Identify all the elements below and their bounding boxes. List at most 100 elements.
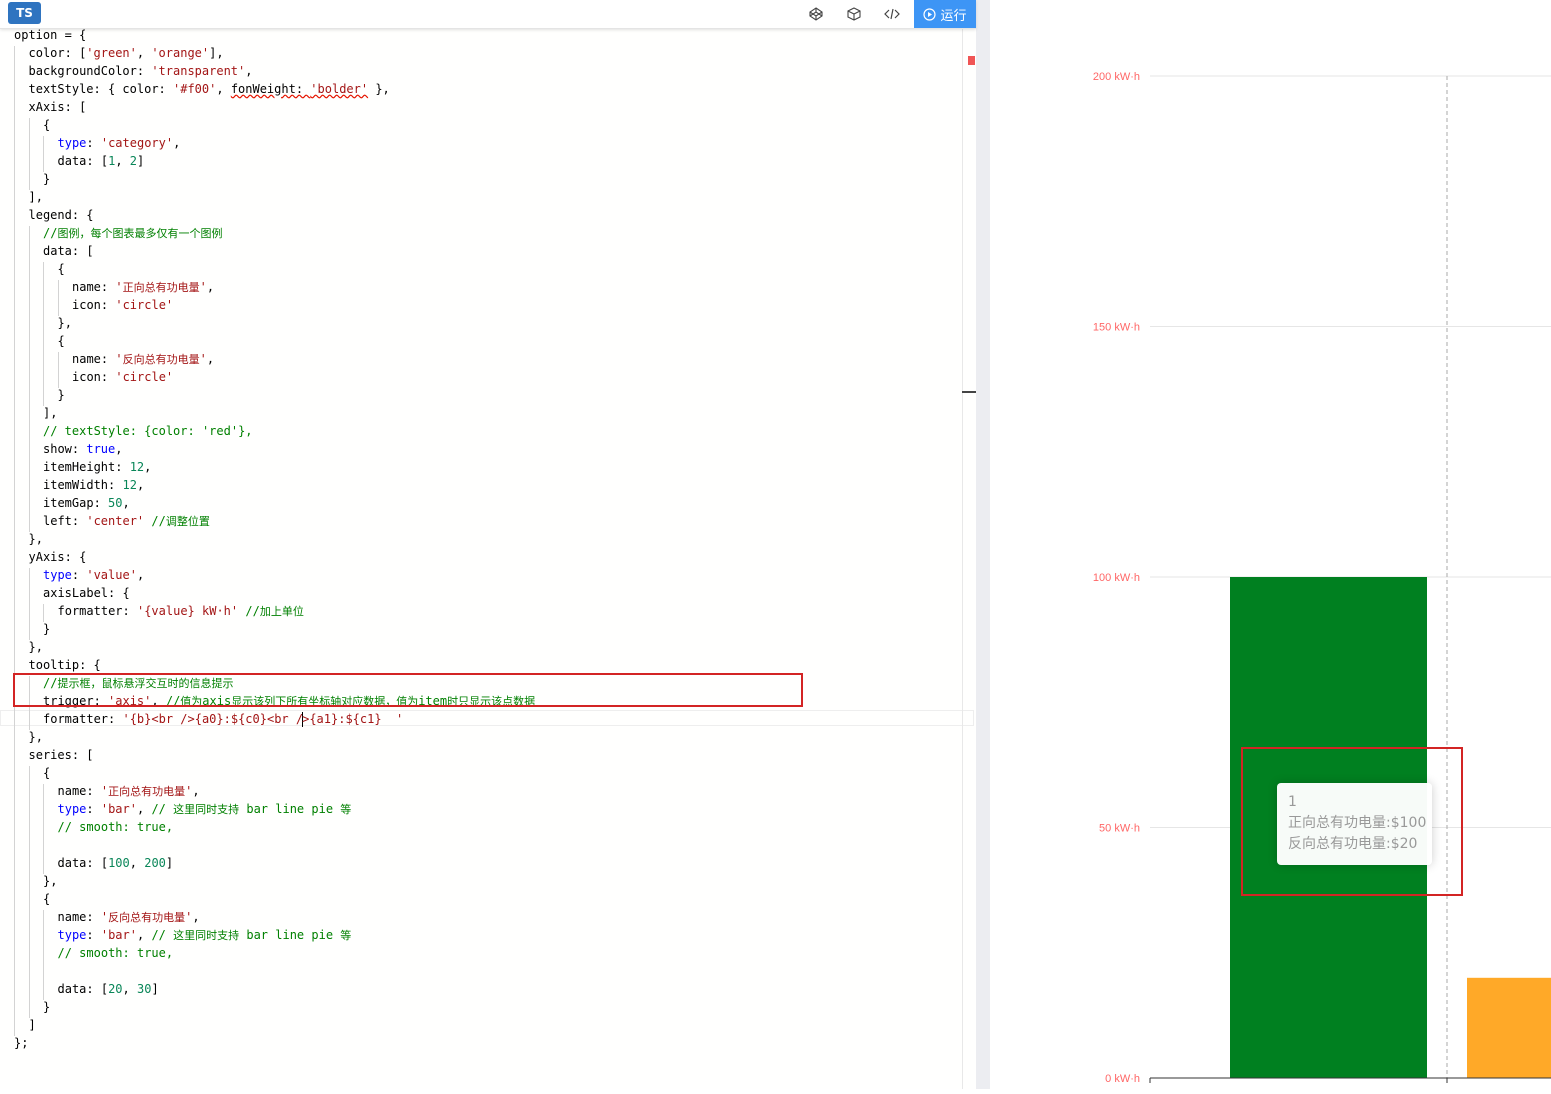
code-line: legend: { (29, 206, 94, 224)
code-token: ' (100, 784, 109, 798)
code-line: axisLabel: { (43, 584, 130, 602)
code-token: }, (28, 532, 43, 546)
code-token: ' (199, 280, 207, 294)
code-token: 'value' (86, 568, 137, 582)
code-token: 图例，每个图表最多仅有一个图例 (57, 227, 223, 240)
code-token: } (43, 1000, 51, 1014)
panel-divider[interactable] (976, 0, 990, 1089)
code-line: } (43, 998, 50, 1016)
code-token: yAxis: { (28, 550, 87, 564)
code-line: data: [1, 2] (58, 152, 145, 170)
code-line: { (58, 332, 65, 350)
code-token: { (43, 892, 51, 906)
code-token: } (43, 622, 51, 636)
code-token: , (136, 46, 152, 60)
code-token: series: [ (28, 748, 94, 762)
code-token: ] (28, 1018, 36, 1032)
bar-reverse-cat-1 (1467, 977, 1551, 1078)
code-token: axisLabel: { (43, 586, 130, 600)
code-token: 'bar' (100, 802, 137, 816)
code-token: itemHeight: (43, 460, 130, 474)
code-token: ], (209, 46, 224, 60)
code-token: itemGap: (43, 496, 109, 510)
indent-guide (28, 766, 30, 1018)
code-editor[interactable]: option = {color: ['green', 'orange'], bac… (0, 28, 976, 1089)
code-token: : (86, 928, 101, 942)
code-token: formatter: (57, 604, 137, 618)
codepen-icon[interactable] (806, 4, 826, 24)
code-line: itemGap: 50, (43, 494, 130, 512)
code-line: ], (43, 404, 57, 422)
code-token: option = { (14, 28, 87, 42)
code-token: // (238, 604, 260, 618)
code-icon[interactable] (882, 4, 902, 24)
code-token: , (245, 64, 253, 78)
run-button[interactable]: 运行 (914, 0, 976, 28)
code-token: name: (57, 910, 101, 924)
code-line: name: '反向总有功电量', (58, 908, 200, 926)
code-token: , (136, 478, 145, 492)
code-token: , (192, 784, 200, 798)
language-badge[interactable]: TS (8, 2, 41, 24)
code-token: , (136, 568, 145, 582)
code-token: { (43, 766, 51, 780)
code-token: , (192, 910, 200, 924)
code-token: 反向总有功电量 (108, 911, 186, 924)
code-token: // smooth: true, (57, 946, 174, 960)
code-token: , (216, 82, 231, 96)
indent-guide (28, 226, 30, 532)
code-token: data: [ (57, 982, 109, 996)
chart-preview-panel: 0 kW·h 50 kW·h 100 kW·h 150 kW·h 200 kW·h (990, 6, 1551, 1089)
code-token: ' (100, 910, 109, 924)
code-line: textStyle: { color: '#f00', fonWeight: '… (29, 80, 390, 98)
code-line: icon: 'circle' (72, 368, 173, 386)
code-line: tooltip: { (29, 656, 101, 674)
code-token: , (129, 856, 145, 870)
code-token: ' (199, 352, 207, 366)
code-line: }, (29, 530, 43, 548)
code-line: } (43, 620, 50, 638)
code-line: data: [100, 200] (58, 854, 174, 872)
code-token: } (57, 388, 65, 402)
code-line: } (43, 170, 50, 188)
highlight-box-tooltip (1241, 747, 1463, 896)
code-line: } (58, 386, 65, 404)
code-token: 'circle' (115, 298, 174, 312)
bar-chart[interactable]: 0 kW·h 50 kW·h 100 kW·h 150 kW·h 200 kW·h (990, 6, 1551, 1089)
y-tick-label: 150 kW·h (1093, 322, 1140, 334)
code-token: }, (368, 82, 390, 96)
code-token: 50 (108, 496, 123, 510)
code-token: , (136, 928, 152, 942)
code-token: 这里同时支持 (173, 929, 240, 942)
indent-guide (28, 568, 30, 640)
code-token: formatter: (43, 712, 123, 726)
code-line: icon: 'circle' (72, 296, 173, 314)
code-token: show: (43, 442, 87, 456)
code-token: // textStyle: {color: 'red'}, (43, 424, 253, 438)
code-token: textStyle: { color: (28, 82, 173, 96)
code-token: { (43, 118, 51, 132)
run-label: 运行 (940, 7, 967, 23)
highlight-box-formatter (13, 673, 803, 707)
code-token: icon: (72, 298, 116, 312)
code-token: : (86, 136, 101, 150)
code-line: backgroundColor: 'transparent', (29, 62, 253, 80)
code-line: }, (43, 872, 57, 890)
code-line: { (43, 116, 50, 134)
code-token: data: [ (57, 154, 109, 168)
code-line: formatter: '{b}<br />{a0}:${c0}<br />{a1… (43, 710, 403, 728)
code-token: 200 (144, 856, 166, 870)
code-token: 20 (108, 982, 123, 996)
editor-scrollbar[interactable] (962, 28, 977, 1089)
code-line: }; (14, 1034, 28, 1052)
code-token: }, (43, 874, 58, 888)
code-token: , (122, 496, 130, 510)
scroll-position-marker (962, 391, 976, 393)
code-token: xAxis: [ (28, 100, 87, 114)
cube-icon[interactable] (844, 4, 864, 24)
code-token: 30 (136, 982, 152, 996)
code-token: itemWidth: (43, 478, 123, 492)
code-line: type: 'bar', // 这里同时支持 bar line pie 等 (58, 926, 352, 944)
code-token: , (173, 136, 181, 150)
code-line: xAxis: [ (29, 98, 87, 116)
